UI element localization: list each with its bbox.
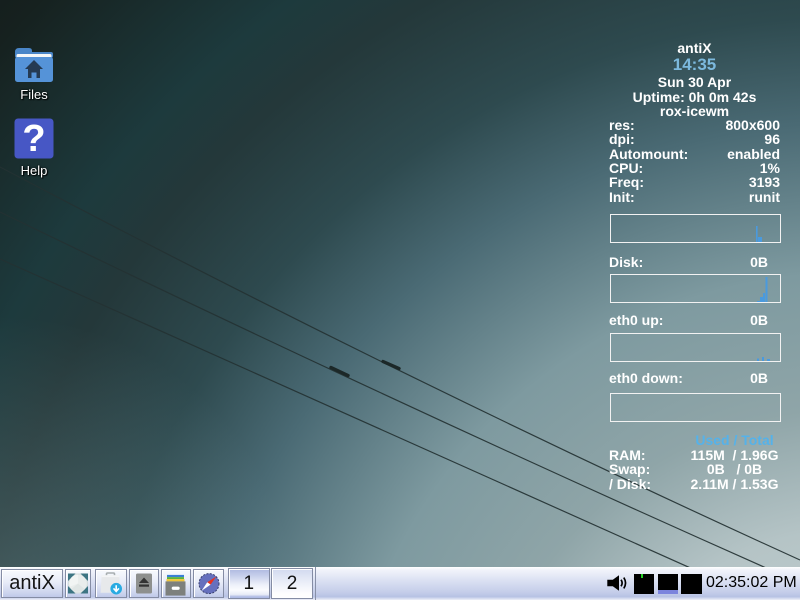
svg-text:?: ? [22,118,45,159]
